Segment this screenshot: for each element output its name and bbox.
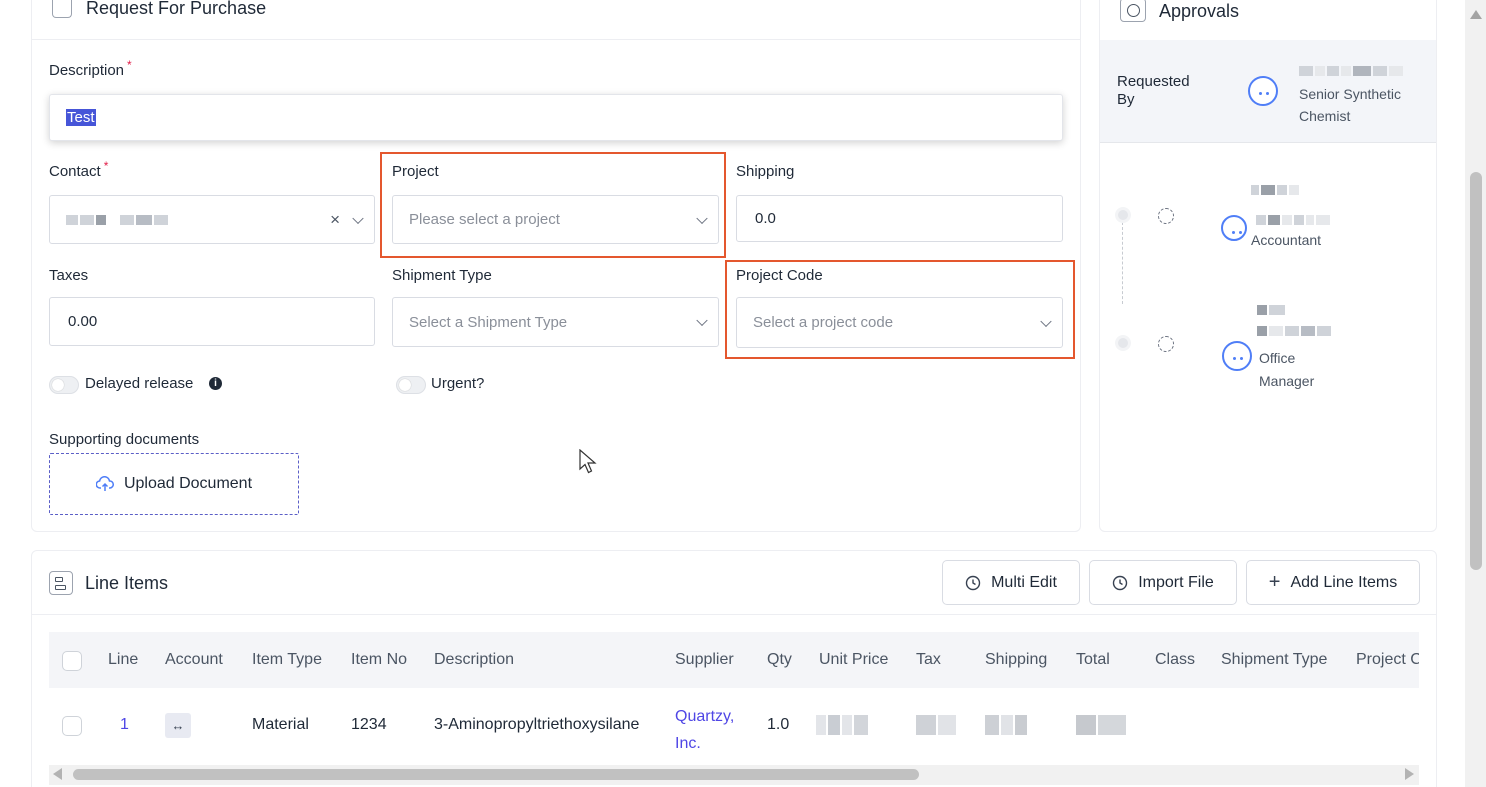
scroll-left-arrow-icon[interactable] bbox=[53, 768, 62, 780]
approver-2-avatar bbox=[1222, 341, 1252, 371]
row-description: 3-Aminopropyltriethoxysilane bbox=[434, 716, 640, 733]
column-header-project-code[interactable]: Project C bbox=[1356, 651, 1419, 668]
shipping-label: Shipping bbox=[736, 163, 795, 180]
shipping-input[interactable]: 0.0 bbox=[736, 195, 1063, 242]
form-title: Request For Purchase bbox=[86, 0, 267, 18]
select-all-checkbox[interactable] bbox=[62, 651, 82, 671]
supplier-name-line1: Quartzy, bbox=[675, 708, 735, 725]
project-code-highlight-box bbox=[725, 260, 1075, 359]
account-split-icon[interactable]: ↔ bbox=[165, 713, 191, 738]
timeline-line bbox=[1122, 222, 1123, 304]
taxes-label: Taxes bbox=[49, 267, 89, 284]
requester-avatar bbox=[1248, 76, 1278, 106]
column-header-supplier[interactable]: Supplier bbox=[675, 651, 734, 669]
column-header-tax[interactable]: Tax bbox=[916, 651, 941, 669]
urgent-toggle[interactable] bbox=[396, 376, 426, 394]
delayed-release-label: Delayed release bbox=[85, 375, 194, 392]
column-header-account[interactable]: Account bbox=[165, 651, 223, 669]
requested-by-label: Requested By bbox=[1117, 73, 1190, 108]
requester-name-redacted bbox=[1299, 66, 1403, 76]
approvals-title: Approvals bbox=[1159, 1, 1240, 21]
multi-edit-label: Multi Edit bbox=[991, 573, 1057, 591]
line-items-header-divider bbox=[31, 614, 1437, 615]
column-header-qty[interactable]: Qty bbox=[767, 651, 792, 669]
row-unit-price-redacted bbox=[816, 715, 868, 735]
scroll-up-arrow-icon[interactable] bbox=[1470, 10, 1482, 19]
chevron-down-icon bbox=[696, 314, 708, 327]
row-qty: 1.0 bbox=[767, 716, 790, 733]
column-header-unit-price[interactable]: Unit Price bbox=[819, 651, 888, 669]
approver-1-detail-redacted bbox=[1256, 215, 1330, 225]
pending-icon bbox=[1158, 336, 1174, 352]
row-item-type: Material bbox=[252, 716, 309, 733]
add-line-items-button[interactable]: + Add Line Items bbox=[1246, 560, 1420, 605]
row-checkbox[interactable] bbox=[62, 716, 82, 736]
column-header-total[interactable]: Total bbox=[1076, 651, 1110, 669]
approver-1-avatar bbox=[1221, 215, 1247, 241]
pending-icon bbox=[1158, 208, 1174, 224]
approvals-header-icon bbox=[1120, 0, 1146, 22]
line-items-title: Line Items bbox=[85, 573, 169, 593]
cloud-upload-icon bbox=[95, 476, 114, 491]
add-line-items-label: Add Line Items bbox=[1290, 573, 1398, 591]
taxes-value: 0.00 bbox=[68, 313, 98, 330]
import-file-button[interactable]: Import File bbox=[1089, 560, 1237, 605]
row-line-number[interactable]: 1 bbox=[120, 716, 129, 734]
delayed-release-toggle[interactable] bbox=[49, 376, 79, 394]
scroll-right-arrow-icon[interactable] bbox=[1405, 768, 1414, 780]
mouse-cursor-icon bbox=[579, 449, 597, 474]
column-header-shipping[interactable]: Shipping bbox=[985, 651, 1047, 669]
row-total-redacted bbox=[1076, 715, 1126, 735]
column-header-project-code-clip: Project C bbox=[1356, 651, 1419, 669]
vertical-scrollbar-thumb[interactable] bbox=[1470, 172, 1482, 570]
upload-document-label: Upload Document bbox=[123, 475, 253, 492]
timeline-dot bbox=[1115, 207, 1131, 223]
approver-1-name-redacted bbox=[1251, 185, 1299, 195]
check-circle-icon bbox=[1126, 3, 1140, 17]
column-header-shipment-type[interactable]: Shipment Type bbox=[1221, 651, 1327, 669]
column-header-item-type[interactable]: Item Type bbox=[252, 651, 322, 669]
timeline-dot bbox=[1115, 335, 1131, 351]
project-highlight-box bbox=[380, 152, 726, 258]
column-header-item-no[interactable]: Item No bbox=[351, 651, 407, 669]
shipment-type-placeholder: Select a Shipment Type bbox=[409, 313, 568, 331]
clear-icon[interactable]: × bbox=[330, 210, 340, 230]
urgent-label: Urgent? bbox=[431, 375, 485, 392]
list-icon bbox=[49, 571, 73, 595]
column-header-line[interactable]: Line bbox=[108, 651, 138, 669]
supplier-name-line2: Inc. bbox=[675, 735, 701, 752]
approver-1-role: Accountant bbox=[1251, 232, 1322, 248]
description-label: Description * bbox=[49, 58, 132, 79]
row-supplier-link[interactable]: Quartzy, Inc. bbox=[675, 703, 734, 757]
taxes-input[interactable]: 0.00 bbox=[49, 297, 375, 346]
chevron-down-icon bbox=[352, 212, 364, 224]
row-tax-redacted bbox=[916, 715, 956, 735]
horizontal-scrollbar-thumb[interactable] bbox=[73, 769, 919, 780]
approver-2-role: Office Manager bbox=[1259, 350, 1315, 389]
import-file-label: Import File bbox=[1138, 573, 1214, 591]
shipment-type-label: Shipment Type bbox=[392, 267, 492, 284]
contact-select[interactable]: × bbox=[49, 195, 375, 244]
plus-icon: + bbox=[1268, 571, 1281, 593]
column-header-description[interactable]: Description bbox=[434, 651, 514, 669]
requester-role: Senior Synthetic Chemist bbox=[1299, 86, 1401, 124]
history-icon bbox=[965, 575, 981, 590]
multi-edit-button[interactable]: Multi Edit bbox=[942, 560, 1080, 605]
shipping-value: 0.0 bbox=[755, 210, 776, 227]
form-header-icon bbox=[52, 0, 72, 18]
row-shipping-redacted bbox=[985, 715, 1027, 735]
description-input[interactable]: Test bbox=[49, 94, 1063, 141]
contact-label: Contact * bbox=[49, 159, 109, 180]
upload-document-button[interactable]: Upload Document bbox=[49, 453, 299, 515]
row-item-no: 1234 bbox=[351, 716, 387, 733]
approver-2-name-redacted bbox=[1257, 305, 1285, 315]
history-icon bbox=[1113, 575, 1128, 590]
supporting-documents-label: Supporting documents bbox=[49, 431, 200, 448]
approver-2-detail-redacted bbox=[1257, 326, 1331, 336]
info-icon: i bbox=[209, 377, 222, 390]
description-value: Test bbox=[66, 109, 96, 126]
contact-value-redacted bbox=[66, 214, 168, 225]
column-header-class[interactable]: Class bbox=[1155, 651, 1195, 669]
shipment-type-select[interactable]: Select a Shipment Type bbox=[392, 297, 719, 347]
